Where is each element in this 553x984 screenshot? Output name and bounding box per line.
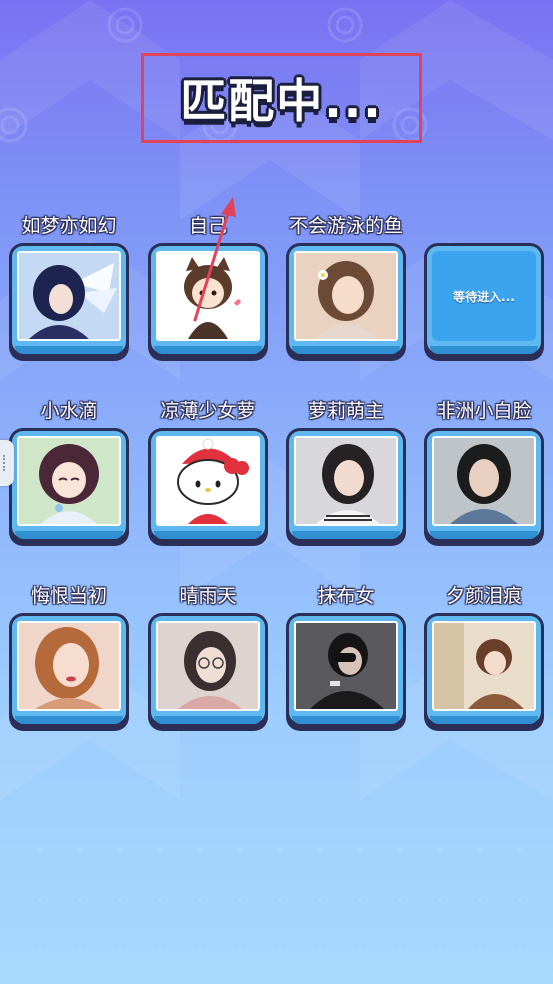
player-slot[interactable]: 晴雨天 [148, 581, 268, 731]
drag-handle-icon [3, 455, 11, 471]
player-card [424, 428, 544, 546]
player-slot[interactable]: 非洲小白脸 [424, 396, 544, 546]
cat-ear-cartoon-girl-avatar [156, 251, 260, 341]
player-grid: 如梦亦如幻 自己 不会游泳的鱼 等待进入... 小水滴 凉薄少女萝 萝莉萌主 非… [0, 0, 553, 984]
player-card: 等待进入... [424, 243, 544, 361]
player-card [148, 428, 268, 546]
stylized-girl-avatar [432, 436, 536, 526]
player-slot[interactable]: 如梦亦如幻 [9, 211, 129, 361]
player-card [9, 243, 129, 361]
player-card [286, 613, 406, 731]
player-card [286, 243, 406, 361]
player-name: 自己 [188, 215, 227, 237]
glasses-girl-photo-avatar [156, 621, 260, 711]
player-card [9, 428, 129, 546]
player-card [9, 613, 129, 731]
player-slot[interactable]: 抹布女 [286, 581, 406, 731]
player-slot[interactable]: 凉薄少女萝 [148, 396, 268, 546]
side-drawer-handle[interactable] [0, 440, 14, 486]
player-slot[interactable]: 不会游泳的鱼 [286, 211, 406, 361]
player-name: 如梦亦如幻 [21, 215, 117, 237]
guy-covering-face-photo-avatar [294, 621, 398, 711]
player-name: 非洲小白脸 [436, 400, 532, 422]
girl-with-flower-photo-avatar [294, 251, 398, 341]
player-slot-self[interactable]: 自己 [148, 211, 268, 361]
player-name [404, 211, 553, 239]
player-card [286, 428, 406, 546]
player-name: 晴雨天 [179, 585, 237, 607]
player-slot[interactable]: 悔恨当初 [9, 581, 129, 731]
player-name: 夕颜泪痕 [445, 585, 522, 607]
player-name: 萝莉萌主 [307, 400, 384, 422]
player-name: 不会游泳的鱼 [288, 215, 403, 237]
anime-girl-avatar [17, 436, 121, 526]
player-name: 抹布女 [317, 585, 375, 607]
player-name: 悔恨当初 [30, 585, 107, 607]
player-slot[interactable]: 小水滴 [9, 396, 129, 546]
winged-girl-avatar [17, 251, 121, 341]
player-slot-waiting[interactable]: 等待进入... [424, 211, 544, 361]
player-card [148, 243, 268, 361]
anime-boy-avatar [432, 621, 536, 711]
player-name: 凉薄少女萝 [160, 400, 256, 422]
player-slot[interactable]: 夕颜泪痕 [424, 581, 544, 731]
waiting-label: 等待进入... [432, 251, 536, 341]
player-slot[interactable]: 萝莉萌主 [286, 396, 406, 546]
player-card [148, 613, 268, 731]
player-card [424, 613, 544, 731]
hello-kitty-avatar [156, 436, 260, 526]
player-name: 小水滴 [40, 400, 98, 422]
illustrated-woman-avatar [17, 621, 121, 711]
girl-selfie-photo-avatar [294, 436, 398, 526]
